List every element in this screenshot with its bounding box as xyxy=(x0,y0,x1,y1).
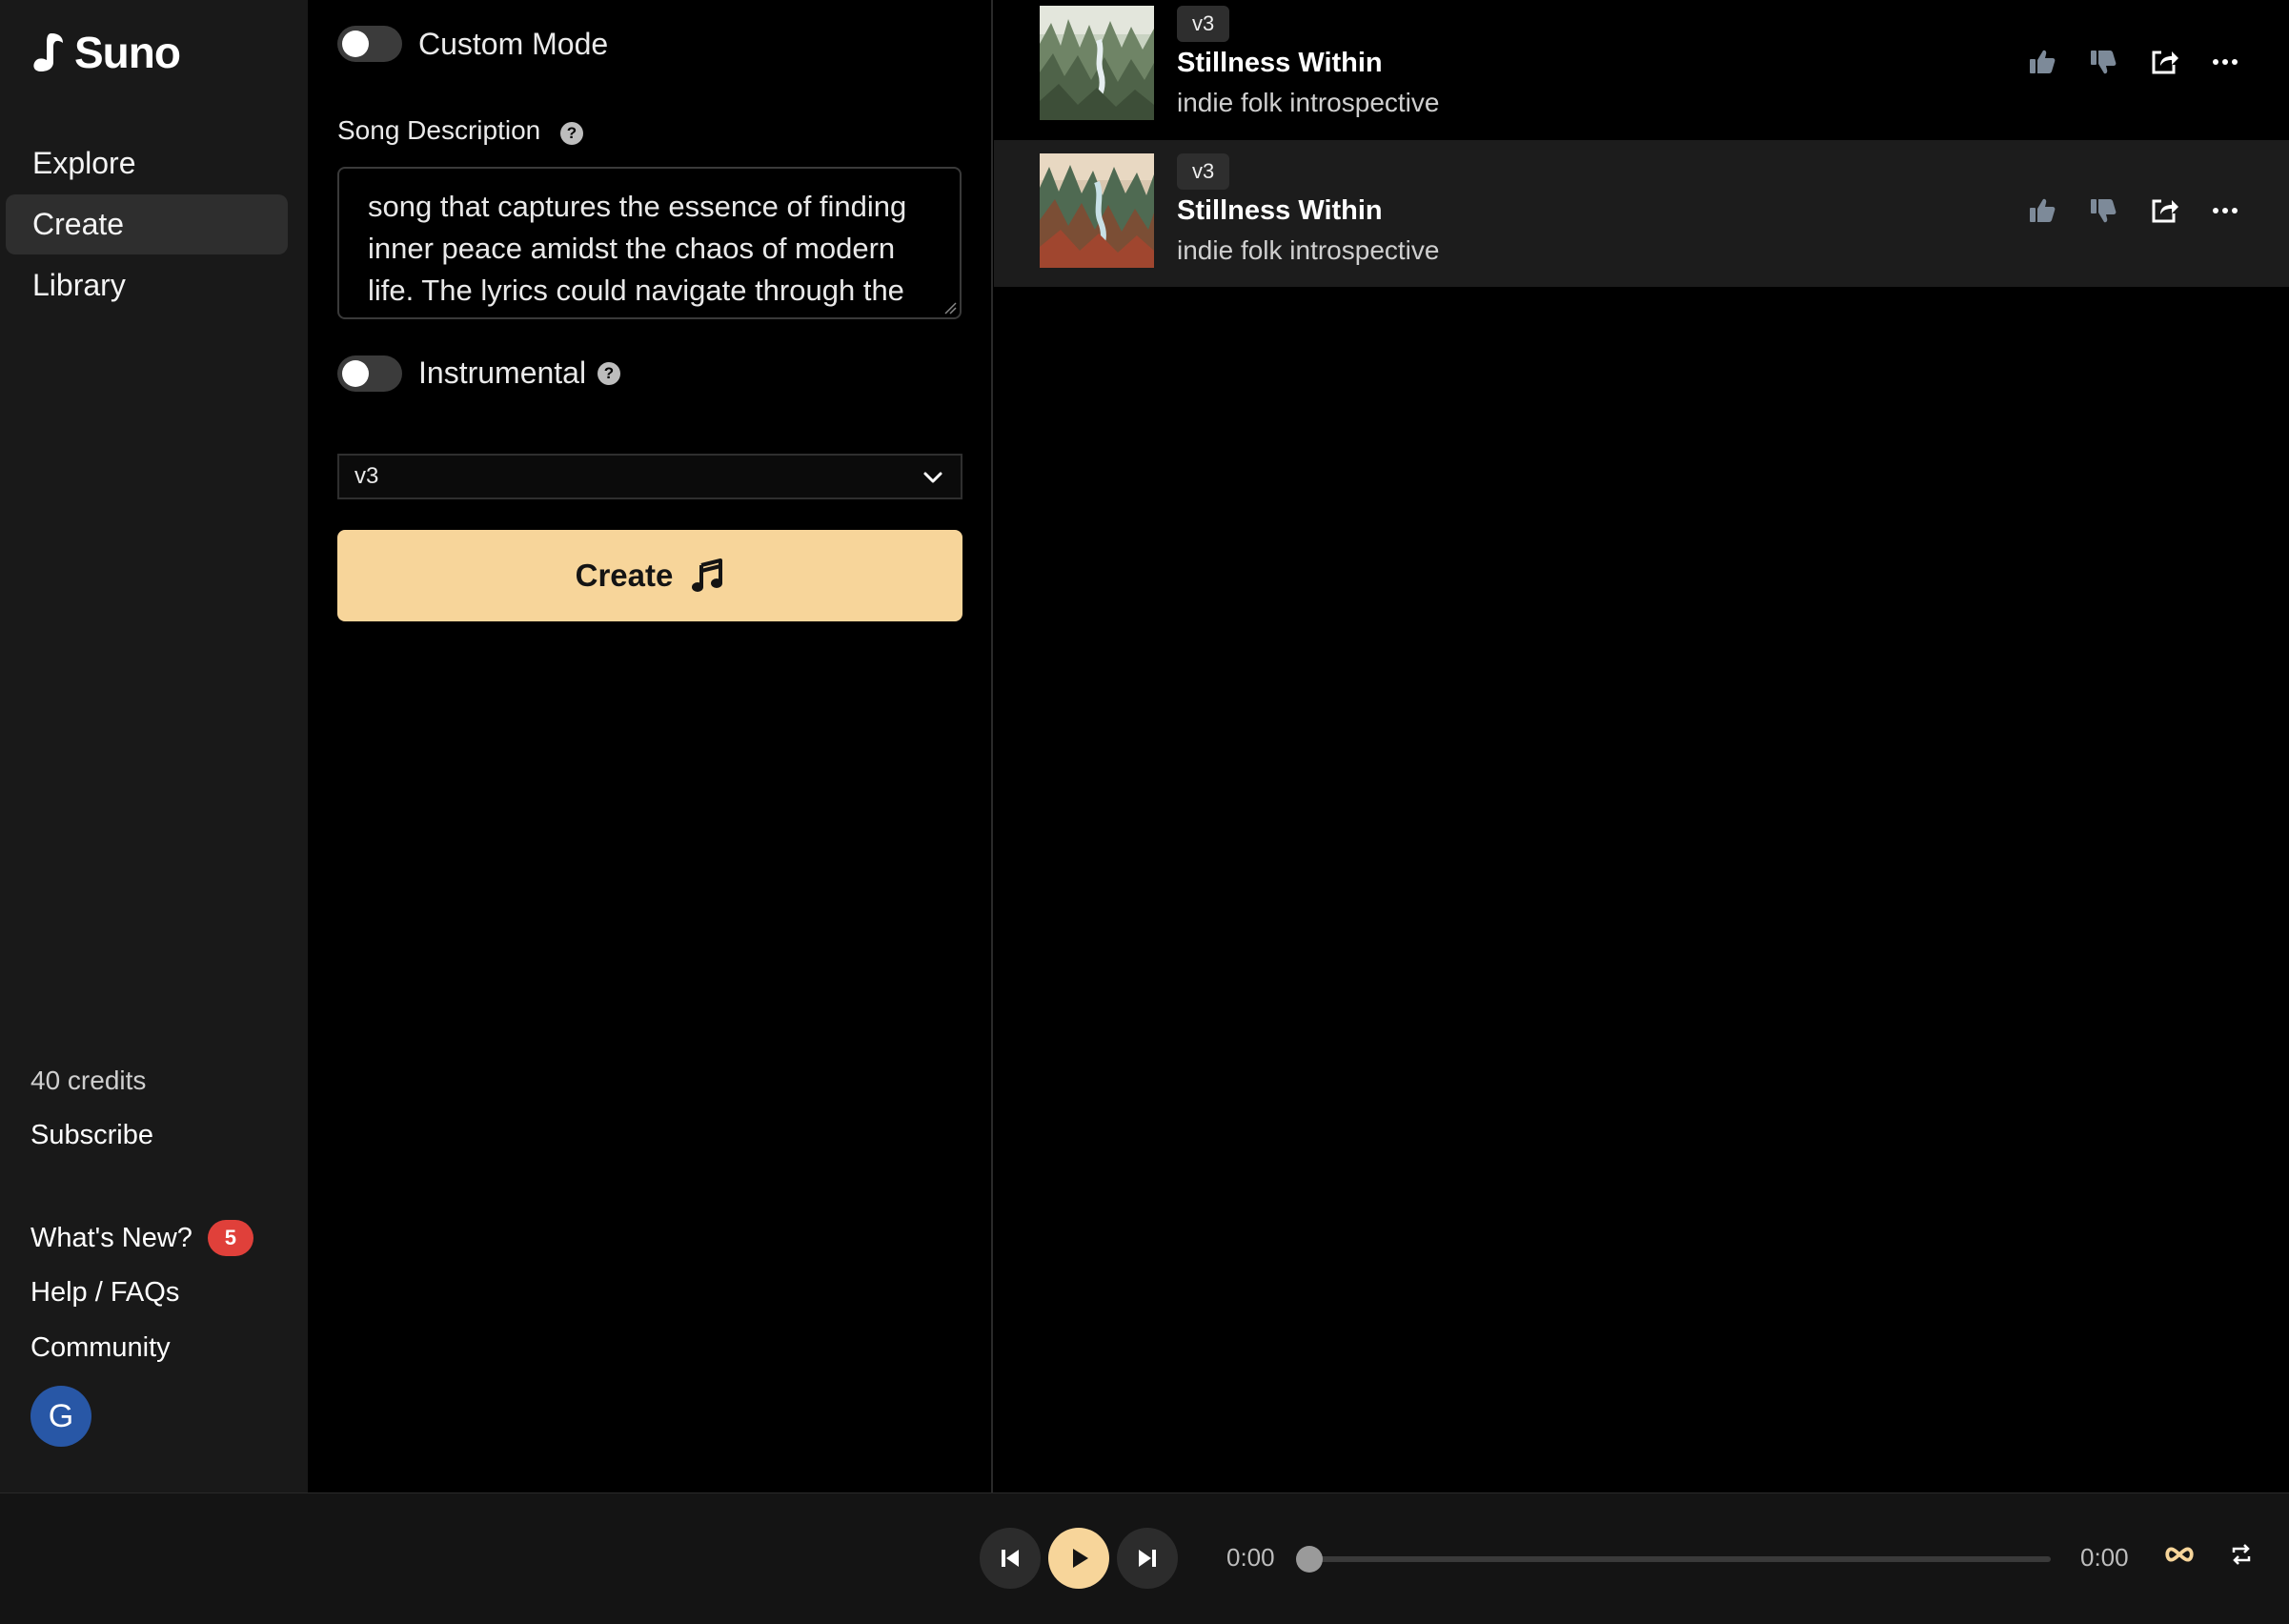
song-cover-image[interactable] xyxy=(1040,6,1154,120)
nav-item-label: Explore xyxy=(32,146,136,180)
repeat-icon xyxy=(2232,1544,2251,1565)
model-version-select[interactable]: v3 xyxy=(337,454,962,499)
chevron-down-icon xyxy=(923,472,942,483)
resize-grip-icon[interactable] xyxy=(943,301,957,315)
song-tags: indie folk introspective xyxy=(1177,235,1440,265)
song-description-input[interactable]: song that captures the essence of findin… xyxy=(337,167,962,319)
loop-button[interactable] xyxy=(2163,1545,2196,1569)
previous-track-button[interactable] xyxy=(980,1528,1041,1589)
duration-time: 0:00 xyxy=(2080,1543,2129,1572)
play-icon xyxy=(1073,1549,1088,1568)
cover-art xyxy=(1040,153,1154,268)
help-icon[interactable]: ? xyxy=(560,122,583,145)
suno-logo-icon xyxy=(33,33,63,71)
song-list: v3 Stillness Within indie folk introspec… xyxy=(994,0,2289,1492)
toggle-knob xyxy=(342,360,369,387)
whats-new-link[interactable]: What's New? 5 xyxy=(30,1220,253,1256)
nav-item-label: Library xyxy=(32,268,126,302)
progress-slider[interactable] xyxy=(1296,1546,2051,1573)
song-row[interactable]: v3 Stillness Within indie folk introspec… xyxy=(994,0,2289,147)
thumbs-down-icon xyxy=(2091,51,2117,74)
notification-badge: 5 xyxy=(207,1220,253,1256)
version-badge: v3 xyxy=(1177,6,1230,42)
share-button[interactable] xyxy=(2148,194,2180,227)
instrumental-label: Instrumental xyxy=(418,355,587,390)
song-cover-image[interactable] xyxy=(1040,153,1154,268)
thumbs-down-icon xyxy=(2091,199,2117,223)
sidebar: Suno Explore Create Library 40 credits S… xyxy=(0,0,308,1492)
dislike-button[interactable] xyxy=(2087,46,2119,78)
song-row[interactable]: v3 Stillness Within indie folk introspec… xyxy=(994,140,2289,287)
song-actions xyxy=(2026,194,2241,227)
thumbs-up-icon xyxy=(2030,198,2056,222)
thumbs-up-icon xyxy=(2030,50,2056,73)
song-title[interactable]: Stillness Within xyxy=(1177,48,1383,79)
progress-handle[interactable] xyxy=(1296,1546,1323,1573)
song-description-text[interactable]: song that captures the essence of findin… xyxy=(368,186,931,312)
custom-mode-label: Custom Mode xyxy=(418,27,609,61)
logo-text: Suno xyxy=(74,28,181,77)
model-version-value: v3 xyxy=(354,463,379,489)
more-icon xyxy=(2213,208,2238,213)
next-track-button[interactable] xyxy=(1117,1528,1178,1589)
toggle-knob xyxy=(342,30,369,57)
whats-new-label: What's New? xyxy=(30,1222,192,1253)
current-time: 0:00 xyxy=(1226,1543,1275,1572)
nav-item-create[interactable]: Create xyxy=(6,194,288,254)
share-icon xyxy=(2152,51,2178,74)
subscribe-link[interactable]: Subscribe xyxy=(30,1120,153,1151)
nav-item-library[interactable]: Library xyxy=(6,255,288,315)
main-nav: Explore Create Library xyxy=(6,133,288,316)
song-title[interactable]: Stillness Within xyxy=(1177,195,1383,227)
skip-back-icon xyxy=(1002,1550,1019,1567)
help-faqs-link[interactable]: Help / FAQs xyxy=(30,1277,179,1309)
player-bar: 0:00 0:00 xyxy=(0,1492,2289,1624)
song-description-label: Song Description xyxy=(337,115,541,145)
credits-count: 40 credits xyxy=(30,1066,147,1095)
song-tags: indie folk introspective xyxy=(1177,88,1440,117)
create-button-label: Create xyxy=(575,558,674,593)
skip-forward-icon xyxy=(1139,1550,1156,1567)
avatar[interactable]: G xyxy=(30,1386,91,1447)
help-icon[interactable]: ? xyxy=(598,362,620,385)
logo[interactable]: Suno xyxy=(30,27,181,78)
cover-art xyxy=(1040,6,1154,120)
like-button[interactable] xyxy=(2026,194,2058,227)
community-link[interactable]: Community xyxy=(30,1332,171,1364)
dislike-button[interactable] xyxy=(2087,194,2119,227)
nav-item-explore[interactable]: Explore xyxy=(6,133,288,193)
create-panel: Custom Mode Song Description ? song that… xyxy=(308,0,993,1492)
more-icon xyxy=(2213,59,2238,65)
song-actions xyxy=(2026,46,2241,78)
more-options-button[interactable] xyxy=(2209,194,2241,227)
create-button[interactable]: Create xyxy=(337,530,962,621)
custom-mode-toggle[interactable] xyxy=(337,26,402,62)
share-button[interactable] xyxy=(2148,46,2180,78)
play-button[interactable] xyxy=(1048,1528,1109,1589)
music-note-icon xyxy=(692,558,723,592)
share-icon xyxy=(2152,199,2178,223)
infinity-icon xyxy=(2165,1547,2194,1562)
nav-item-label: Create xyxy=(32,207,125,241)
version-badge: v3 xyxy=(1177,153,1230,190)
like-button[interactable] xyxy=(2026,46,2058,78)
repeat-button[interactable] xyxy=(2230,1543,2253,1571)
instrumental-toggle[interactable] xyxy=(337,355,402,392)
more-options-button[interactable] xyxy=(2209,46,2241,78)
